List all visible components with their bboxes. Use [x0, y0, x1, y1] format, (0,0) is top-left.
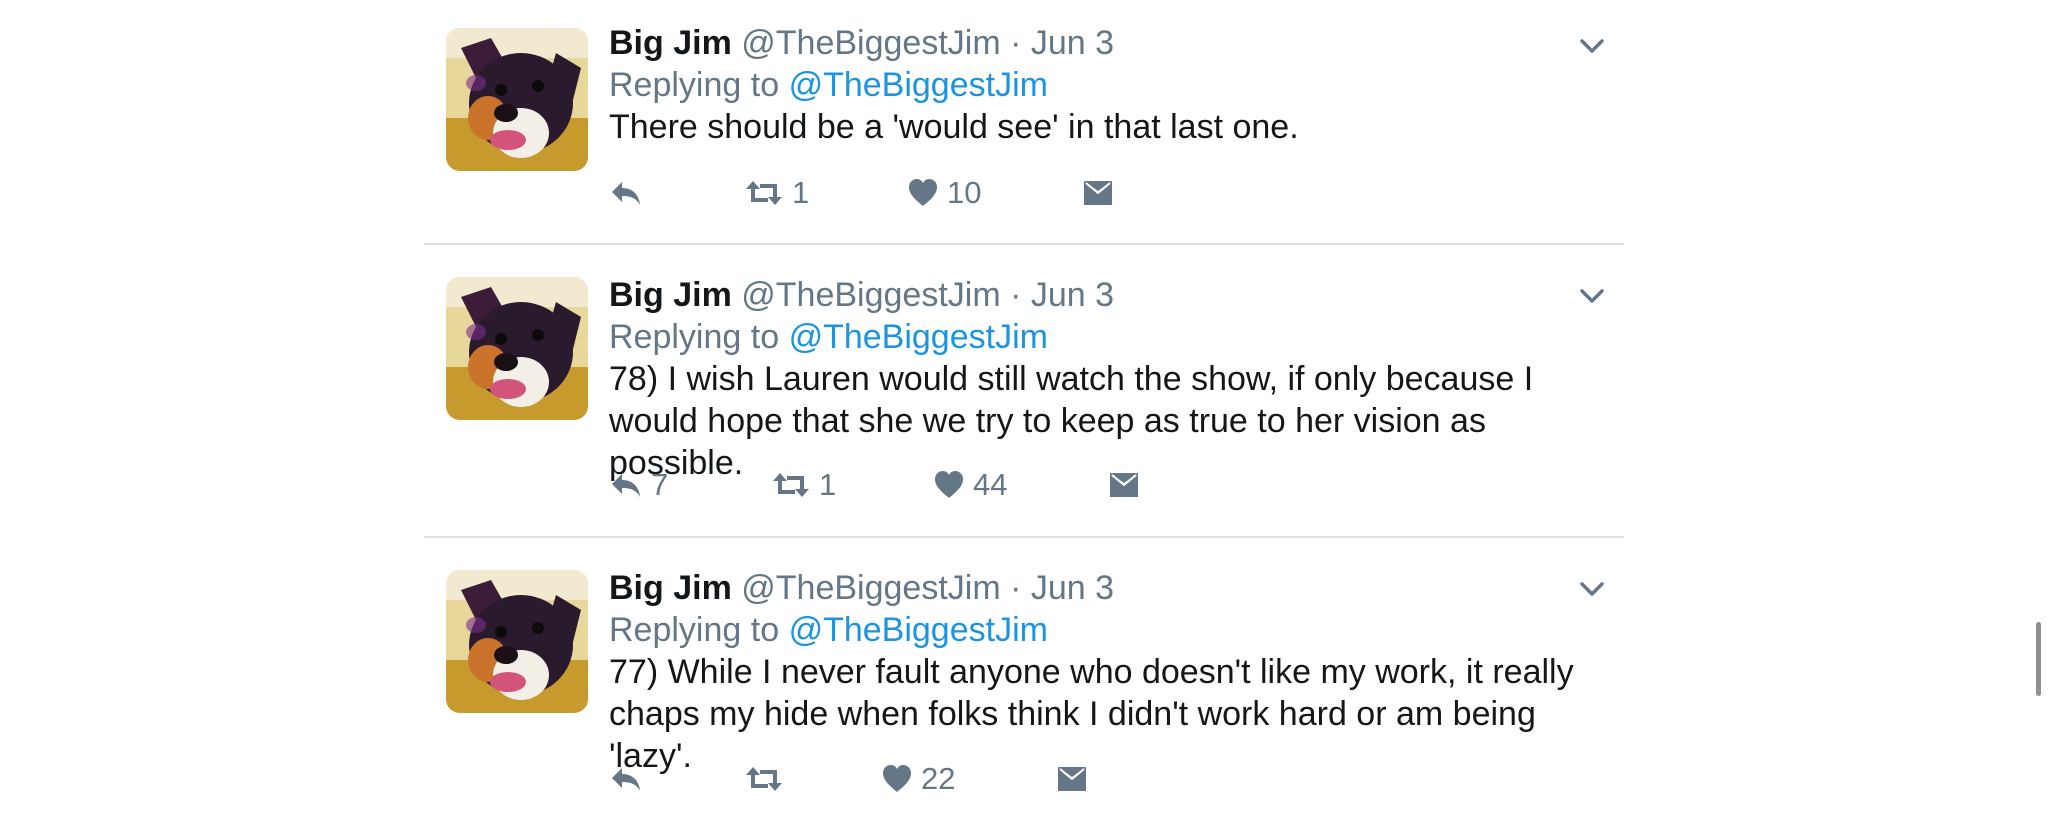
envelope-icon	[1084, 181, 1112, 205]
reply-count: 7	[651, 467, 669, 502]
dog-avatar-image	[446, 28, 588, 171]
retweet-button[interactable]: 1	[744, 171, 809, 215]
replying-to-label: Replying to	[609, 611, 780, 649]
retweet-button[interactable]: 1	[771, 463, 836, 507]
separator-dot: ·	[1010, 569, 1022, 607]
separator-dot: ·	[1010, 24, 1022, 62]
reply-button[interactable]	[609, 757, 651, 801]
tweet-header: Big Jim @TheBiggestJim · Jun 3	[609, 567, 1114, 609]
tweet-divider	[424, 243, 1624, 245]
tweet-date[interactable]: Jun 3	[1031, 24, 1114, 62]
tweet-date[interactable]: Jun 3	[1031, 569, 1114, 607]
replying-to-label: Replying to	[609, 318, 780, 356]
author-handle[interactable]: @TheBiggestJim	[741, 276, 1000, 314]
like-button[interactable]: 44	[933, 463, 1007, 507]
tweet-divider	[424, 536, 1624, 538]
tweet-header: Big Jim @TheBiggestJim · Jun 3	[609, 274, 1114, 316]
like-button[interactable]: 10	[907, 171, 981, 215]
replying-to-label: Replying to	[609, 66, 780, 104]
chevron-down-icon[interactable]	[1578, 579, 1606, 599]
author-name[interactable]: Big Jim	[609, 569, 732, 607]
like-count: 10	[947, 175, 982, 210]
avatar[interactable]	[446, 570, 588, 713]
tweet-date[interactable]: Jun 3	[1031, 276, 1114, 314]
like-count: 44	[973, 467, 1008, 502]
author-name[interactable]: Big Jim	[609, 24, 732, 62]
scrollbar[interactable]	[2036, 622, 2041, 696]
replying-to-handle[interactable]: @TheBiggestJim	[789, 66, 1048, 104]
dog-avatar-image	[446, 277, 588, 420]
retweet-count: 1	[792, 175, 810, 210]
separator-dot: ·	[1010, 276, 1022, 314]
retweet-icon	[773, 473, 809, 497]
reply-arrow-icon	[612, 474, 640, 497]
replying-to-handle[interactable]: @TheBiggestJim	[789, 611, 1048, 649]
tweet-text: There should be a 'would see' in that la…	[609, 108, 1299, 146]
replying-to-handle[interactable]: @TheBiggestJim	[789, 318, 1048, 356]
reply-button[interactable]	[609, 171, 651, 215]
author-handle[interactable]: @TheBiggestJim	[741, 569, 1000, 607]
retweet-icon	[746, 181, 782, 205]
avatar[interactable]	[446, 28, 588, 171]
retweet-count: 1	[819, 467, 837, 502]
like-count: 22	[921, 761, 956, 796]
replying-to: Replying to @TheBiggestJim	[609, 609, 1048, 651]
chevron-down-icon[interactable]	[1578, 36, 1606, 56]
envelope-icon	[1058, 767, 1086, 791]
heart-icon	[935, 471, 963, 498]
replying-to: Replying to @TheBiggestJim	[609, 64, 1048, 106]
replying-to: Replying to @TheBiggestJim	[609, 316, 1048, 358]
author-name[interactable]: Big Jim	[609, 276, 732, 314]
reply-arrow-icon	[612, 182, 640, 205]
tweet-header: Big Jim @TheBiggestJim · Jun 3	[609, 22, 1114, 64]
direct-message-button[interactable]	[1083, 171, 1113, 215]
avatar[interactable]	[446, 277, 588, 420]
timeline: Big Jim @TheBiggestJim · Jun 3 Replying …	[0, 0, 2048, 819]
retweet-button[interactable]	[744, 757, 792, 801]
heart-icon	[909, 179, 937, 206]
direct-message-button[interactable]	[1109, 463, 1139, 507]
heart-icon	[883, 765, 911, 792]
direct-message-button[interactable]	[1057, 757, 1087, 801]
retweet-icon	[746, 767, 782, 791]
author-handle[interactable]: @TheBiggestJim	[741, 24, 1000, 62]
dog-avatar-image	[446, 570, 588, 713]
reply-button[interactable]: 7	[609, 463, 668, 507]
reply-arrow-icon	[612, 768, 640, 791]
envelope-icon	[1110, 473, 1138, 497]
like-button[interactable]: 22	[881, 757, 955, 801]
chevron-down-icon[interactable]	[1578, 286, 1606, 306]
